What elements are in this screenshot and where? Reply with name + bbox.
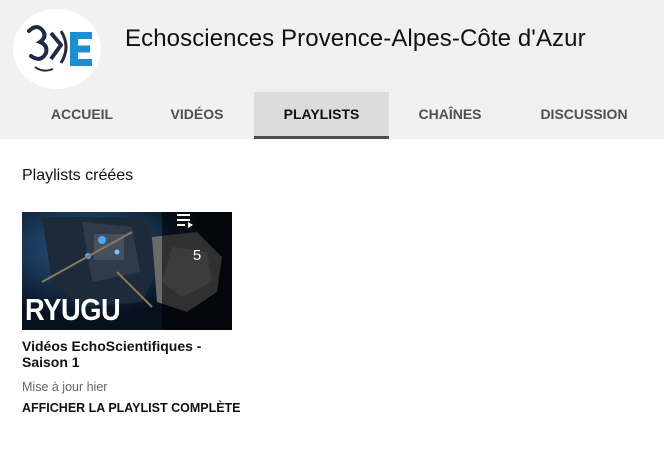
playlist-thumbnail[interactable]: RYUGU 5 [22, 212, 232, 330]
tab-playlists[interactable]: PLAYLISTS [254, 92, 389, 139]
channel-name: Echosciences Provence-Alpes-Côte d'Azur [125, 25, 586, 52]
channel-header: Echosciences Provence-Alpes-Côte d'Azur … [0, 0, 664, 139]
playlist-icon [177, 214, 193, 228]
tab-chaines[interactable]: CHAÎNES [389, 92, 511, 136]
playlist-count-overlay: 5 [162, 212, 232, 330]
echosciences-logo-icon [27, 25, 92, 72]
tab-accueil[interactable]: ACCUEIL [20, 92, 144, 136]
playlist-updated: Mise à jour hier [22, 380, 108, 394]
channel-tabs: ACCUEIL VIDÉOS PLAYLISTS CHAÎNES DISCUSS… [0, 92, 664, 139]
tab-videos[interactable]: VIDÉOS [142, 92, 252, 136]
view-full-playlist-link[interactable]: AFFICHER LA PLAYLIST COMPLÈTE [22, 401, 241, 415]
thumbnail-title-text: RYUGU [25, 292, 121, 327]
tab-discussion[interactable]: DISCUSSION [520, 92, 648, 136]
playlist-title[interactable]: Vidéos EchoScientifiques - Saison 1 [22, 338, 222, 370]
video-count: 5 [192, 247, 202, 264]
channel-avatar[interactable] [13, 9, 101, 89]
section-title: Playlists créées [22, 167, 134, 184]
